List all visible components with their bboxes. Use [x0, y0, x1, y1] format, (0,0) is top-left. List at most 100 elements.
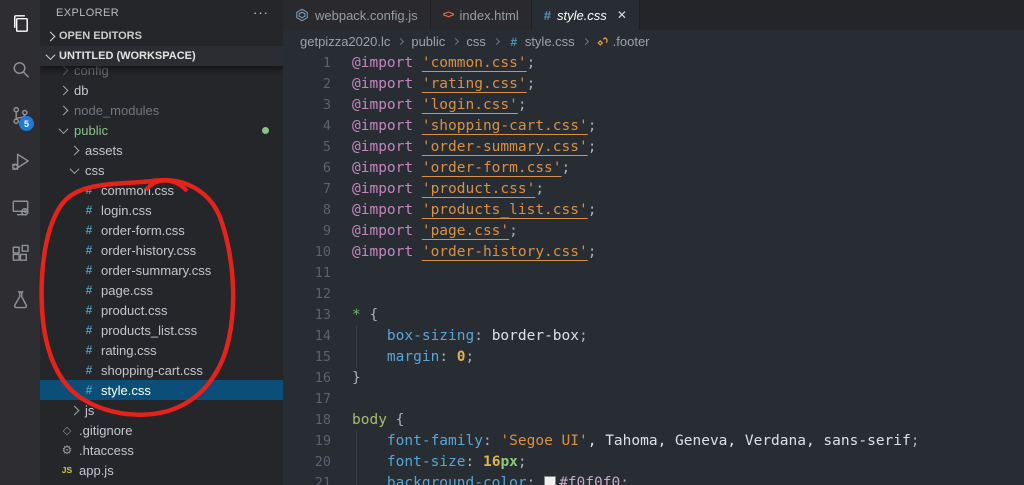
code-line-17[interactable]: 17: [283, 389, 1024, 410]
css-file-icon: #: [85, 343, 93, 357]
gear-file-icon: ⚙: [61, 443, 73, 457]
tree-item-assets[interactable]: assets: [40, 140, 283, 160]
indent-guide: [356, 431, 357, 452]
tree-item-order-form-css[interactable]: # order-form.css: [40, 220, 283, 240]
activitybar-explorer-icon[interactable]: [0, 0, 40, 46]
close-icon[interactable]: ✕: [617, 9, 627, 21]
tree-item-label: order-form.css: [101, 222, 185, 238]
line-number: 4: [322, 118, 331, 134]
activitybar-source-control-icon[interactable]: 5: [0, 92, 40, 138]
code-line-2[interactable]: 2 @import 'rating.css';: [283, 74, 1024, 95]
code-line-4[interactable]: 4 @import 'shopping-cart.css';: [283, 116, 1024, 137]
activitybar-remote-explorer-icon[interactable]: [0, 184, 40, 230]
token: @import: [352, 181, 414, 197]
tab-index-html[interactable]: <> index.html: [430, 0, 532, 30]
code-line-18[interactable]: 18 body {: [283, 410, 1024, 431]
breadcrumb-label: public: [411, 34, 446, 49]
tree-item-page-css[interactable]: # page.css: [40, 280, 283, 300]
activitybar-search-icon[interactable]: [0, 46, 40, 92]
token: @import: [352, 97, 414, 113]
token: 'rating.css': [421, 76, 527, 92]
tab-label: webpack.config.js: [315, 7, 418, 23]
tree-item-common-css[interactable]: # common.css: [40, 180, 283, 200]
token: @import: [352, 160, 414, 176]
breadcrumb-label: style.css: [524, 34, 575, 49]
tree-item-label: css: [85, 162, 105, 178]
code-line-3[interactable]: 3 @import 'login.css';: [283, 95, 1024, 116]
code-line-14[interactable]: 14 box-sizing: border-box;: [283, 326, 1024, 347]
more-actions-icon[interactable]: ···: [253, 6, 269, 19]
code-line-10[interactable]: 10 @import 'order-history.css';: [283, 242, 1024, 263]
breadcrumb-item-footer[interactable]: .footer: [596, 34, 650, 49]
code-line-20[interactable]: 20 font-size: 16px;: [283, 452, 1024, 473]
token: background-color: [386, 475, 527, 485]
tree-item-product-css[interactable]: # product.css: [40, 300, 283, 320]
tab-bar: webpack.config.js <> index.html # style.css ✕: [283, 0, 1024, 30]
workspace-section[interactable]: UNTITLED (WORKSPACE): [40, 46, 283, 66]
breadcrumb-item-public[interactable]: public: [411, 34, 445, 49]
tree-item-label: order-summary.css: [101, 262, 212, 278]
token: 0: [456, 349, 466, 365]
tree-item-rating-css[interactable]: # rating.css: [40, 340, 283, 360]
tree-item-label: login.css: [101, 202, 152, 218]
token: :: [465, 454, 475, 470]
code-line-6[interactable]: 6 @import 'order-form.css';: [283, 158, 1024, 179]
tree-item-gitignore[interactable]: ◇ .gitignore: [40, 420, 283, 440]
code-line-12[interactable]: 12: [283, 284, 1024, 305]
tree-item-app-js[interactable]: JS app.js: [40, 460, 283, 480]
tree-item-style-css[interactable]: # style.css: [40, 380, 283, 400]
code-line-11[interactable]: 11: [283, 263, 1024, 284]
tree-item-db[interactable]: db: [40, 80, 283, 100]
tree-item-shopping-cart-css[interactable]: # shopping-cart.css: [40, 360, 283, 380]
code-line-16[interactable]: 16}: [283, 368, 1024, 389]
token: 'product.css': [421, 181, 536, 197]
tree-item-css[interactable]: css: [40, 160, 283, 180]
token: box-sizing: [386, 328, 475, 344]
tree-item-htaccess[interactable]: ⚙ .htaccess: [40, 440, 283, 460]
code-line-7[interactable]: 7 @import 'product.css';: [283, 179, 1024, 200]
tree-item-node-modules[interactable]: node_modules: [40, 100, 283, 120]
open-editors-label: OPEN EDITORS: [59, 30, 142, 42]
activitybar-testing-icon[interactable]: [0, 276, 40, 322]
tree-item-order-summary-css[interactable]: # order-summary.css: [40, 260, 283, 280]
breadcrumb-item-getpizza2020-lc[interactable]: getpizza2020.lc: [300, 34, 390, 49]
tab-style-css[interactable]: # style.css ✕: [531, 0, 640, 30]
breadcrumb-item-style-css[interactable]: # style.css: [507, 34, 575, 49]
code-line-15[interactable]: 15 margin: 0;: [283, 347, 1024, 368]
line-number: 21: [314, 475, 331, 485]
line-number: 12: [314, 286, 331, 302]
tree-item-label: app.js: [79, 462, 114, 478]
tree-item-products-list-css[interactable]: # products_list.css: [40, 320, 283, 340]
code-line-1[interactable]: 1 @import 'common.css';: [283, 53, 1024, 74]
open-editors-section[interactable]: OPEN EDITORS: [40, 26, 283, 46]
code-line-19[interactable]: 19 font-family: 'Segoe UI', Tahoma, Gene…: [283, 431, 1024, 452]
tab-webpack-config-js[interactable]: webpack.config.js: [283, 0, 431, 30]
css-file-icon: #: [85, 383, 93, 397]
breadcrumb-item-css[interactable]: css: [466, 34, 486, 49]
tree-item-order-history-css[interactable]: # order-history.css: [40, 240, 283, 260]
code-line-21[interactable]: 21 background-color: #f0f0f0;: [283, 473, 1024, 485]
line-number: 15: [314, 349, 331, 365]
tree-item-js[interactable]: js: [40, 400, 283, 420]
tree-item-public[interactable]: public: [40, 120, 283, 140]
tree-item-label: order-history.css: [101, 242, 197, 258]
line-number: 8: [322, 202, 331, 218]
activitybar-run-and-debug-icon[interactable]: [0, 138, 40, 184]
line-number: 19: [314, 433, 331, 449]
css-file-icon: #: [85, 323, 93, 337]
code-line-13[interactable]: 13 * {: [283, 305, 1024, 326]
tree-item-login-css[interactable]: # login.css: [40, 200, 283, 220]
code-line-9[interactable]: 9 @import 'page.css';: [283, 221, 1024, 242]
code-line-8[interactable]: 8 @import 'products_list.css';: [283, 200, 1024, 221]
activitybar-extensions-icon[interactable]: [0, 230, 40, 276]
code-line-5[interactable]: 5 @import 'order-summary.css';: [283, 137, 1024, 158]
code-area[interactable]: 1 @import 'common.css'; 2 @import 'rating.c…: [283, 53, 1024, 485]
